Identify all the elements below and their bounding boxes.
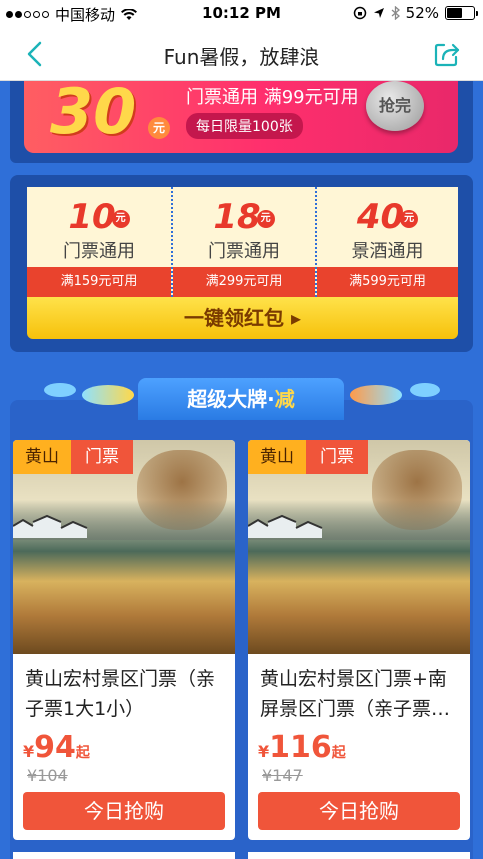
location-icon <box>373 8 384 18</box>
decoration-cloud-icon <box>82 385 134 405</box>
packet-amount: 40元 <box>317 197 458 237</box>
product-original-price: ¥104 <box>27 766 68 785</box>
product-card[interactable]: 黄山 门票 黄山宏村景区门票+南屏景区门票（亲子票… ¥116起 ¥147 今日… <box>248 440 470 840</box>
next-product-card-peek <box>13 852 235 859</box>
section-title: 超级大牌·减 <box>138 378 344 420</box>
packet-name: 景酒通用 <box>351 241 424 262</box>
top-coupon[interactable]: 30 元 门票通用 满99元可用 每日限量100张 抢完 <box>24 81 458 153</box>
decoration-cloud-icon <box>410 383 440 397</box>
coupon-limit-badge: 每日限量100张 <box>186 113 303 139</box>
battery-percent: 52% <box>405 4 439 22</box>
status-right: 52% <box>353 4 478 22</box>
get-all-packets-button[interactable]: 一键领红包 ▸ <box>27 297 458 339</box>
packet-name: 门票通用 <box>63 241 135 262</box>
battery-icon <box>445 6 478 20</box>
nav-bar: Fun暑假，放肆浪 <box>0 27 483 81</box>
product-price: ¥116起 <box>258 730 346 765</box>
page-title: Fun暑假，放肆浪 <box>163 45 320 69</box>
product-tag-place: 黄山 <box>13 440 71 474</box>
product-tag-place: 黄山 <box>248 440 306 474</box>
packet-amount: 10元 <box>27 197 171 237</box>
packet-amount: 18元 <box>173 197 315 237</box>
product-original-price: ¥147 <box>262 766 303 785</box>
coupon-soldout-button[interactable]: 抢完 <box>366 81 424 131</box>
packet-name: 门票通用 <box>208 241 280 262</box>
product-tag-type: 门票 <box>71 440 133 474</box>
product-title[interactable]: 黄山宏村景区门票+南屏景区门票（亲子票… <box>260 664 460 724</box>
decoration-cloud-icon <box>350 385 402 405</box>
status-bar: 中国移动 10:12 PM 52% <box>0 0 483 27</box>
product-title[interactable]: 黄山宏村景区门票（亲子票1大1小） <box>25 664 225 724</box>
coupon-amount: 30 <box>50 81 137 148</box>
share-icon[interactable] <box>433 40 461 68</box>
product-price: ¥94起 <box>23 730 90 765</box>
coupon-unit: 元 <box>148 117 170 139</box>
product-image[interactable]: 黄山 门票 <box>248 440 470 654</box>
packet-condition: 满159元可用 <box>27 267 171 297</box>
next-product-card-peek <box>248 852 470 859</box>
packet-condition: 满299元可用 <box>173 267 315 297</box>
decoration-cloud-icon <box>44 383 76 397</box>
buy-button[interactable]: 今日抢购 <box>23 792 225 830</box>
product-card[interactable]: 黄山 门票 黄山宏村景区门票（亲子票1大1小） ¥94起 ¥104 今日抢购 <box>13 440 235 840</box>
red-packet-1[interactable]: 10元 门票通用 满159元可用 <box>27 187 171 297</box>
packet-condition: 满599元可用 <box>317 267 458 297</box>
red-packet-2[interactable]: 18元 门票通用 满299元可用 <box>171 187 315 297</box>
product-tag-type: 门票 <box>306 440 368 474</box>
red-packet-3[interactable]: 40元 景酒通用 满599元可用 <box>315 187 458 297</box>
rotation-lock-icon <box>353 6 366 20</box>
coupon-description: 门票通用 满99元可用 <box>186 87 359 108</box>
buy-button[interactable]: 今日抢购 <box>258 792 460 830</box>
bluetooth-icon <box>391 6 400 20</box>
product-image[interactable]: 黄山 门票 <box>13 440 235 654</box>
